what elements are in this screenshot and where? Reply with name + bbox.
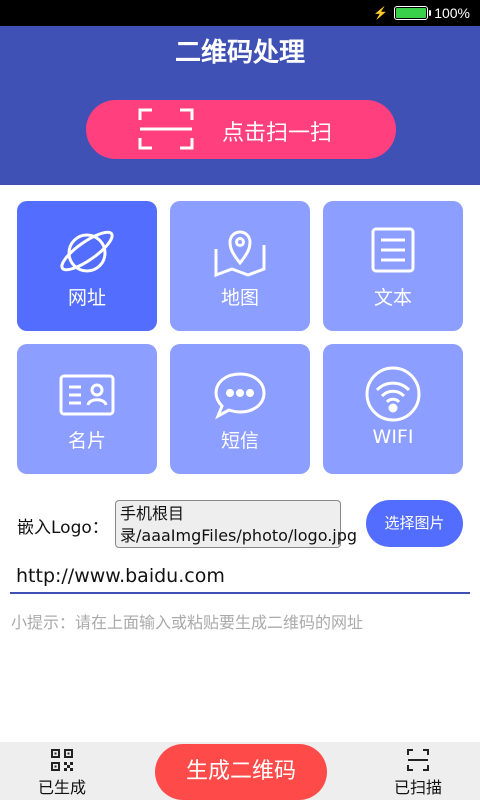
generate-qr-button[interactable]: 生成二维码 (155, 744, 327, 800)
qr-code-icon (51, 749, 73, 771)
map-icon (214, 230, 266, 278)
tab-scanned-label: 已扫描 (393, 778, 442, 797)
status-bar: ⚡ 100% (0, 0, 480, 26)
logo-label: 嵌入Logo： (17, 518, 109, 538)
logo-path-field[interactable]: 手机根目录/aaaImgFiles/photo/logo.jpg (115, 500, 357, 548)
globe-icon (60, 230, 114, 273)
tile-url[interactable]: 网址 (17, 201, 157, 331)
contact-card-icon (59, 374, 115, 416)
battery-percent: 100% (434, 5, 470, 21)
tile-map[interactable]: 地图 (170, 201, 310, 331)
charging-icon: ⚡ (373, 6, 389, 20)
tile-text[interactable]: 文本 (323, 201, 463, 331)
tile-label: 短信 (220, 430, 259, 452)
status-right: ⚡ 100% (373, 5, 470, 21)
battery-icon (394, 6, 432, 20)
tile-label: 地图 (220, 287, 259, 309)
wifi-icon (365, 366, 421, 422)
tile-label: 名片 (67, 430, 106, 452)
hint-text: 小提示：请在上面输入或粘贴要生成二维码的网址 (11, 613, 364, 632)
tab-generated-label: 已生成 (37, 778, 86, 797)
tile-label: 网址 (67, 287, 106, 309)
page-title: 二维码处理 (174, 38, 305, 68)
scan-button-label: 点击扫一扫 (222, 121, 333, 146)
scan-button[interactable]: 点击扫一扫 (86, 100, 396, 159)
tab-scanned[interactable]: 已扫描 (368, 742, 468, 800)
scan-icon (138, 108, 194, 150)
tile-label: 文本 (373, 287, 412, 309)
tab-generated[interactable]: 已生成 (12, 742, 112, 800)
tile-contact-card[interactable]: 名片 (17, 344, 157, 474)
tile-label: WIFI (372, 426, 414, 448)
scan-icon (407, 749, 429, 771)
header: 二维码处理 点击扫一扫 (0, 26, 480, 185)
message-icon (214, 372, 266, 420)
tile-wifi[interactable]: WIFI (323, 344, 463, 474)
choose-image-button[interactable]: 选择图片 (366, 500, 463, 547)
tile-sms[interactable]: 短信 (170, 344, 310, 474)
document-icon (371, 227, 415, 273)
url-input[interactable] (10, 560, 470, 594)
